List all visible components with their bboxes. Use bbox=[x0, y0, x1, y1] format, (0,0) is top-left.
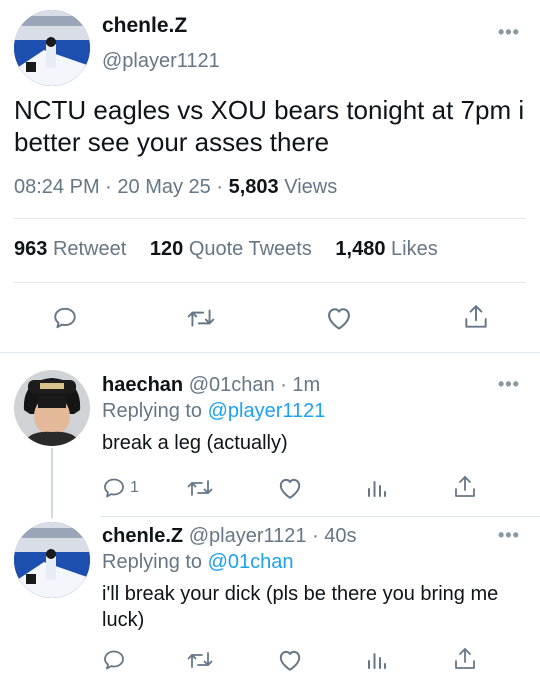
replying-prefix: Replying to bbox=[102, 551, 203, 573]
likes-label: Likes bbox=[391, 238, 438, 260]
reply-header: chenle.Z @player1121 · 40s bbox=[102, 525, 357, 548]
replying-to: Replying to @01chan bbox=[102, 551, 294, 574]
meta-separator: · bbox=[216, 176, 224, 198]
reply-author-name[interactable]: haechan bbox=[102, 374, 183, 396]
author-handle[interactable]: @player1121 bbox=[102, 50, 220, 73]
author-name[interactable]: chenle.Z bbox=[102, 14, 187, 38]
reply-header: haechan @01chan · 1m bbox=[102, 374, 320, 397]
retweet-icon[interactable] bbox=[186, 476, 214, 500]
analytics-icon[interactable] bbox=[366, 476, 388, 500]
share-icon[interactable] bbox=[463, 303, 489, 331]
tweet-time: 08:24 PM bbox=[14, 176, 100, 198]
retweet-icon[interactable] bbox=[186, 305, 216, 331]
quotes-stat[interactable]: 120 Quote Tweets bbox=[150, 238, 312, 260]
analytics-icon[interactable] bbox=[366, 648, 388, 672]
author-avatar[interactable] bbox=[14, 10, 90, 86]
reply-author-name[interactable]: chenle.Z bbox=[102, 525, 183, 547]
divider bbox=[14, 282, 526, 283]
more-icon[interactable]: ••• bbox=[498, 22, 520, 43]
more-icon[interactable]: ••• bbox=[498, 525, 520, 546]
reply-icon[interactable] bbox=[52, 305, 78, 331]
like-icon[interactable] bbox=[277, 648, 303, 672]
replying-to-link[interactable]: @01chan bbox=[208, 551, 294, 573]
quote-count: 120 bbox=[149, 238, 184, 260]
reply-time: · 40s bbox=[312, 525, 357, 547]
reply-author-handle[interactable]: @player1121 bbox=[189, 525, 307, 547]
views-label: Views bbox=[284, 176, 338, 198]
divider bbox=[14, 218, 526, 219]
views-count: 5,803 bbox=[228, 176, 279, 198]
tweet-text: NCTU eagles vs XOU bears tonight at 7pm … bbox=[14, 95, 525, 157]
like-icon[interactable] bbox=[277, 476, 303, 500]
retweet-label: Retweet bbox=[52, 238, 127, 260]
tweet-date: 20 May 25 bbox=[117, 176, 211, 198]
reply-count: 1 bbox=[130, 479, 139, 496]
reply-icon[interactable] bbox=[102, 648, 126, 672]
share-icon[interactable] bbox=[453, 646, 477, 672]
replying-prefix: Replying to bbox=[102, 400, 203, 422]
replying-to: Replying to @player1121 bbox=[102, 400, 325, 423]
reply-author-handle[interactable]: @01chan bbox=[189, 374, 275, 396]
reply-avatar[interactable] bbox=[14, 522, 90, 598]
reply-text: i'll break your dick (pls be there you b… bbox=[102, 583, 499, 631]
tweet-stats: 963 Retweet 120 Quote Tweets 1,480 Likes bbox=[14, 238, 438, 261]
reply-text: break a leg (actually) bbox=[102, 432, 288, 454]
meta-separator: · bbox=[105, 176, 112, 198]
replying-to-link[interactable]: @player1121 bbox=[208, 400, 326, 422]
tweet-meta: 08:24 PM · 20 May 25 · 5,803 Views bbox=[14, 176, 337, 199]
reply-avatar[interactable] bbox=[14, 370, 90, 446]
reply-icon[interactable] bbox=[102, 476, 126, 500]
divider bbox=[100, 516, 540, 517]
thread-line bbox=[51, 448, 53, 518]
divider bbox=[0, 352, 540, 353]
retweet-count: 963 bbox=[14, 238, 48, 260]
retweet-icon[interactable] bbox=[186, 648, 214, 672]
share-icon[interactable] bbox=[453, 474, 477, 500]
reply-time: · 1m bbox=[280, 374, 321, 396]
likes-count: 1,480 bbox=[335, 238, 386, 260]
retweets-stat[interactable]: 963 Retweet bbox=[14, 238, 126, 260]
like-icon[interactable] bbox=[325, 305, 353, 331]
quote-label: Quote Tweets bbox=[188, 238, 312, 260]
more-icon[interactable]: ••• bbox=[498, 374, 520, 395]
likes-stat[interactable]: 1,480 Likes bbox=[335, 238, 437, 260]
